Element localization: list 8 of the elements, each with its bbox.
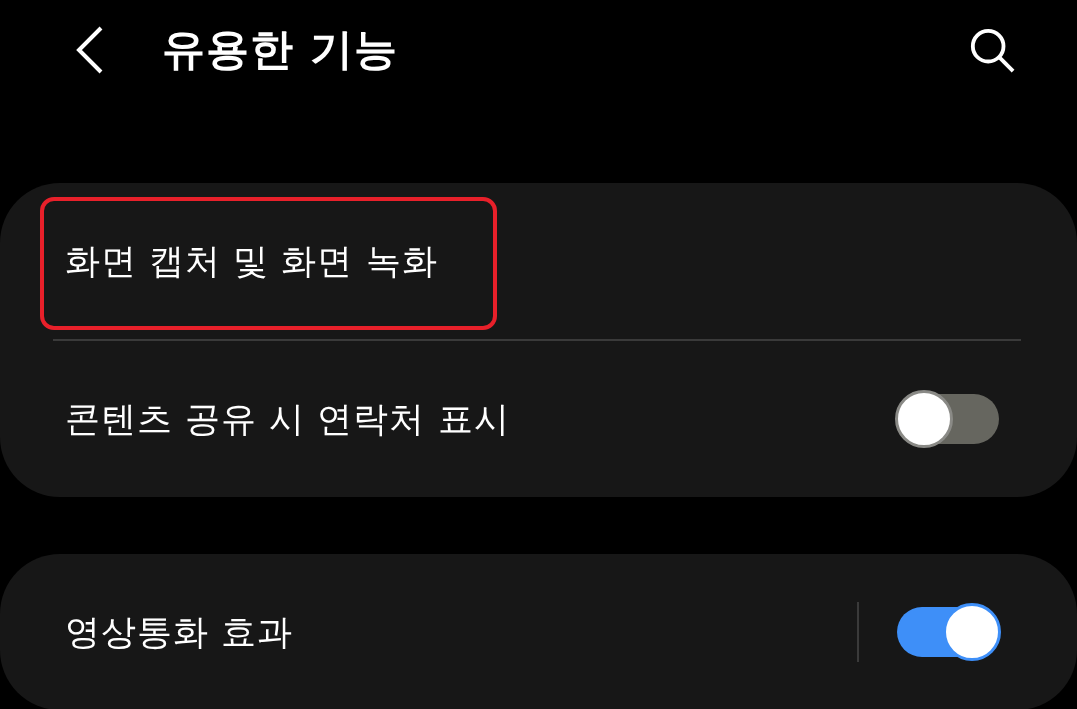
setting-label[interactable]: 화면 캡처 및 화면 녹화: [65, 237, 1001, 285]
toggle-switch[interactable]: [895, 390, 1001, 448]
search-icon: [969, 26, 1015, 74]
toggle-switch[interactable]: [895, 603, 1001, 661]
setting-label[interactable]: 콘텐츠 공유 시 연락처 표시: [65, 395, 895, 443]
page-title: 유용한 기능: [162, 23, 399, 76]
setting-label[interactable]: 영상통화 효과: [65, 608, 857, 656]
chevron-left-icon: [74, 25, 104, 75]
